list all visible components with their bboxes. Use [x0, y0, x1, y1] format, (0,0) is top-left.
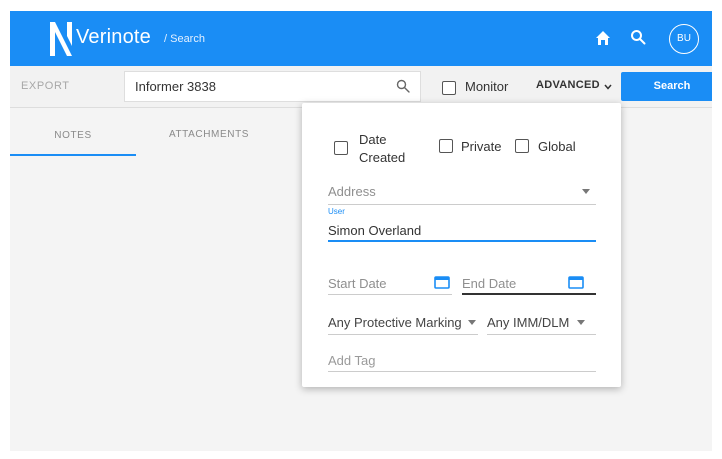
end-date-underline — [462, 293, 596, 295]
global-label: Global — [538, 139, 576, 154]
home-icon[interactable] — [595, 30, 611, 46]
user-field-label: User — [328, 207, 345, 216]
search-box — [124, 71, 421, 102]
private-checkbox[interactable] — [439, 139, 453, 153]
monitor-checkbox[interactable] — [442, 81, 456, 95]
date-created-label-line2: Created — [359, 150, 406, 165]
address-select[interactable]: Address — [328, 184, 376, 199]
caret-down-icon[interactable] — [582, 189, 590, 194]
app-frame: Verinote / Search BU EXPORT Monitor ADVA… — [10, 11, 712, 451]
tab-notes[interactable]: NOTES — [10, 108, 136, 156]
user-input[interactable] — [328, 220, 596, 240]
protective-marking-underline — [328, 334, 478, 335]
export-button[interactable]: EXPORT — [21, 80, 70, 92]
search-icon[interactable] — [396, 79, 410, 93]
end-date-input[interactable]: End Date — [462, 276, 516, 291]
verinote-logo-icon[interactable] — [50, 22, 72, 56]
start-date-input[interactable]: Start Date — [328, 276, 387, 291]
date-created-checkbox[interactable] — [334, 141, 348, 155]
app-header: Verinote / Search BU — [10, 11, 712, 66]
start-date-underline — [328, 294, 452, 295]
search-toolbar: EXPORT Monitor ADVANCED Search — [10, 66, 712, 108]
app-name: Verinote — [76, 26, 151, 48]
advanced-search-panel: Date Created Private Global Address User… — [302, 103, 621, 387]
search-input[interactable] — [135, 72, 385, 101]
global-checkbox[interactable] — [515, 139, 529, 153]
chevron-down-icon[interactable] — [604, 84, 612, 90]
imm-dlm-underline — [487, 334, 596, 335]
add-tag-underline — [328, 371, 596, 372]
search-icon[interactable] — [630, 29, 646, 45]
caret-down-icon[interactable] — [468, 320, 476, 325]
address-underline — [328, 204, 596, 205]
private-label: Private — [461, 139, 502, 154]
breadcrumb: / Search — [164, 33, 205, 45]
date-created-label-line1: Date — [359, 132, 387, 147]
search-button[interactable]: Search — [621, 72, 712, 101]
user-underline — [328, 240, 596, 242]
imm-dlm-select[interactable]: Any IMM/DLM — [487, 315, 569, 330]
tab-attachments[interactable]: ATTACHMENTS — [144, 108, 274, 156]
calendar-icon[interactable] — [434, 275, 450, 289]
monitor-label: Monitor — [465, 79, 509, 94]
protective-marking-select[interactable]: Any Protective Marking — [328, 315, 462, 330]
user-avatar[interactable]: BU — [669, 24, 699, 54]
advanced-button[interactable]: ADVANCED — [536, 79, 600, 91]
caret-down-icon[interactable] — [577, 320, 585, 325]
calendar-icon[interactable] — [568, 275, 584, 289]
add-tag-input[interactable]: Add Tag — [328, 353, 375, 368]
